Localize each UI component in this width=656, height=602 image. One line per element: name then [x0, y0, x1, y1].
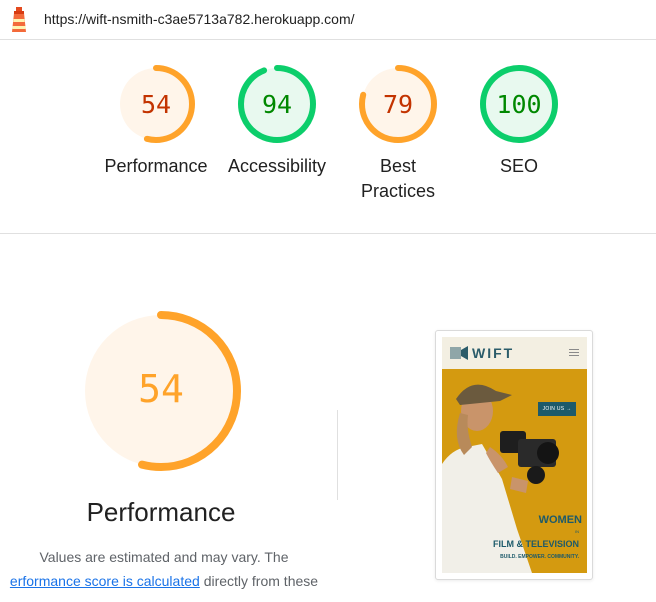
camera-logo-icon	[450, 346, 468, 360]
gauge-seo[interactable]: 100 SEO	[459, 64, 579, 179]
page-screenshot: WIFT JOIN US → WOMEN IN FILM & TELEVISIO…	[442, 337, 587, 573]
gauge-score: 79	[382, 90, 414, 119]
gauge-label: SEO	[499, 156, 538, 176]
hamburger-menu-icon	[569, 349, 579, 358]
performance-score: 54	[138, 367, 184, 411]
performance-title: Performance	[86, 497, 236, 527]
hero-women: WOMEN	[538, 514, 582, 526]
gauge-label: Accessibility	[227, 156, 327, 176]
gauge-label: Performance	[104, 156, 208, 176]
hero-tagline: BUILD. EMPOWER. COMMUNITY.	[500, 554, 579, 560]
gauge-score: 94	[261, 90, 293, 119]
section-divider	[0, 233, 656, 234]
lighthouse-icon	[12, 7, 26, 32]
gauge-performance[interactable]: 54 Performance	[96, 64, 216, 179]
site-brand: WIFT	[472, 345, 515, 361]
report-topbar: https://wift-nsmith-c3ae5713a782.herokua…	[0, 0, 656, 40]
gauge-accessibility[interactable]: 94 Accessibility	[217, 64, 337, 179]
vertical-separator	[337, 410, 338, 500]
gauge-score: 100	[496, 90, 542, 119]
desc-suffix: directly from these	[203, 573, 319, 589]
gauge-score: 54	[140, 90, 172, 119]
report-url[interactable]: https://wift-nsmith-c3ae5713a782.herokua…	[44, 11, 355, 27]
join-us-button: JOIN US →	[538, 402, 576, 416]
final-screenshot[interactable]: WIFT JOIN US → WOMEN IN FILM & TELEVISIO…	[435, 330, 593, 580]
hero-film: FILM & TELEVISION	[492, 539, 579, 549]
hero-in: IN	[575, 529, 579, 534]
gauge-best-practices[interactable]: 79 Best Practices	[338, 64, 458, 204]
performance-description: Values are estimated and may vary. The e…	[0, 545, 358, 593]
gauge-label: Best Practices	[360, 156, 436, 201]
desc-prefix: Values are estimated and may vary. The	[39, 549, 289, 565]
performance-big-gauge: 54	[80, 310, 242, 472]
site-header: WIFT	[442, 337, 587, 369]
score-calculated-link[interactable]: erformance score is calculated	[10, 573, 200, 589]
score-gauges: 54 Performance 94 Accessibility 79 Best …	[0, 40, 656, 233]
hero-image: JOIN US → WOMEN IN FILM & TELEVISION BUI…	[442, 369, 587, 573]
